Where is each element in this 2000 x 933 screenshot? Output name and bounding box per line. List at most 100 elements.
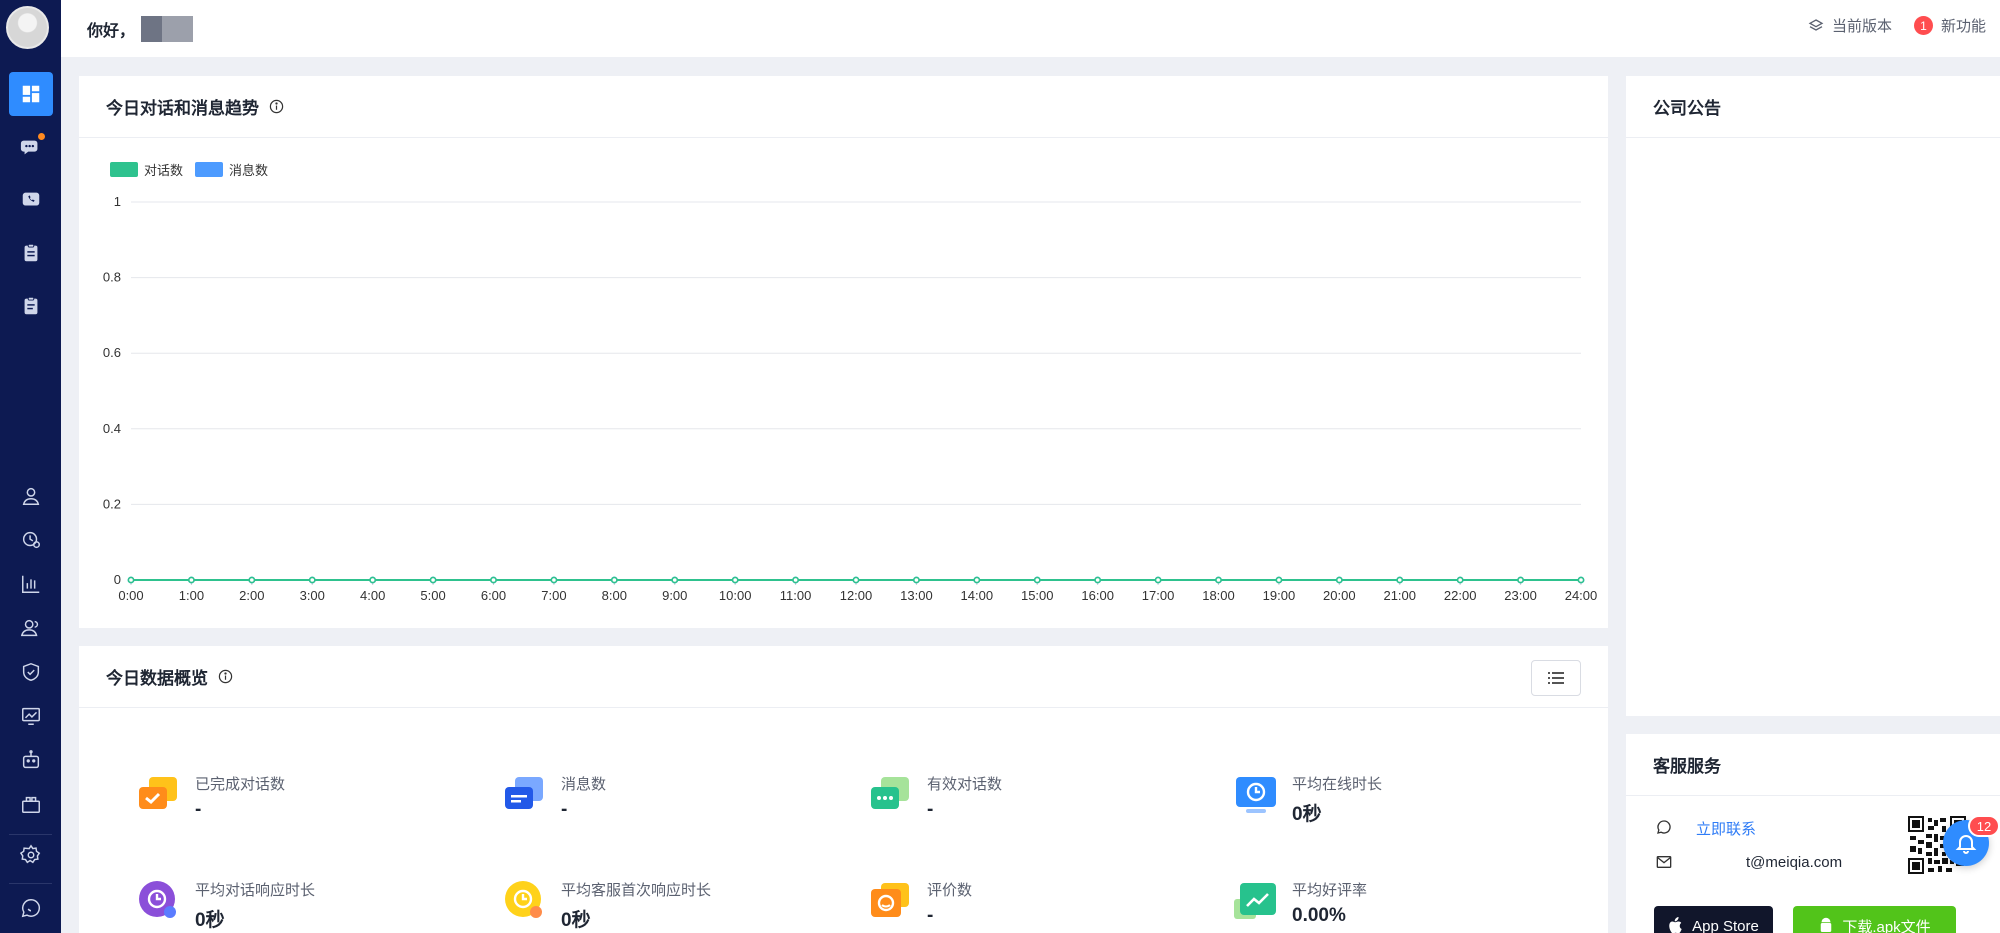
sidebar-item-phone[interactable] xyxy=(0,178,61,222)
x-tick-label: 9:00 xyxy=(662,588,687,603)
download-apk-label: 下载.apk文件 xyxy=(1842,918,1931,933)
sidebar-item-agents[interactable] xyxy=(0,606,61,650)
data-point xyxy=(1033,576,1041,584)
x-tick-label: 6:00 xyxy=(481,588,506,603)
list-view-button[interactable] xyxy=(1531,660,1581,696)
sidebar-divider xyxy=(9,883,52,884)
data-point xyxy=(1456,576,1464,584)
data-point xyxy=(308,576,316,584)
chat-circle-icon xyxy=(21,899,40,918)
stat-label: 消息数 xyxy=(561,776,607,793)
x-tick-label: 21:00 xyxy=(1383,588,1416,603)
x-tick-label: 20:00 xyxy=(1323,588,1356,603)
x-tick-label: 4:00 xyxy=(360,588,385,603)
shield-icon xyxy=(22,662,39,682)
y-tick-label: 0.4 xyxy=(103,421,121,436)
completed-chat-icon xyxy=(139,777,177,809)
stat-label: 已完成对话数 xyxy=(195,776,286,793)
y-tick-label: 0 xyxy=(114,572,121,587)
x-tick-label: 17:00 xyxy=(1142,588,1175,603)
chart-legend: 对话数 消息数 xyxy=(110,160,268,179)
dashboard-icon xyxy=(22,85,39,103)
sidebar-item-settings[interactable] xyxy=(0,833,61,877)
android-icon xyxy=(1821,917,1832,932)
top-bar: 你好， 当前版本 1 新功能 xyxy=(61,0,2000,57)
sidebar-item-tickets[interactable] xyxy=(0,231,61,275)
stat-value: 0秒 xyxy=(195,910,225,931)
sidebar-item-monitor[interactable] xyxy=(0,694,61,738)
mail-icon xyxy=(1656,856,1672,868)
new-feature-link[interactable]: 1 新功能 xyxy=(1913,15,1986,36)
x-tick-label: 16:00 xyxy=(1081,588,1114,603)
x-tick-label: 2:00 xyxy=(239,588,264,603)
app-store-button[interactable]: App Store xyxy=(1654,906,1773,933)
data-point xyxy=(1577,576,1585,584)
info-icon[interactable] xyxy=(269,99,284,114)
x-tick-label: 0:00 xyxy=(118,588,143,603)
data-point xyxy=(1275,576,1283,584)
legend-item-messages[interactable]: 消息数 xyxy=(195,160,268,179)
x-tick-label: 3:00 xyxy=(300,588,325,603)
data-point xyxy=(852,576,860,584)
stat-average-response-duration: 平均对话响应时长 0秒 xyxy=(137,879,315,932)
contact-now-link[interactable]: 立即联系 xyxy=(1696,818,1756,839)
stat-value: - xyxy=(927,799,934,820)
trend-card-title: 今日对话和消息趋势 xyxy=(106,99,259,118)
download-apk-button[interactable]: 下载.apk文件 xyxy=(1793,906,1956,933)
data-point xyxy=(731,576,739,584)
data-point xyxy=(127,576,135,584)
sidebar-item-feedback[interactable] xyxy=(0,886,61,930)
sidebar-item-security[interactable] xyxy=(0,650,61,694)
sidebar-item-robot[interactable] xyxy=(0,738,61,782)
y-tick-label: 1 xyxy=(114,194,121,209)
y-tick-label: 0.6 xyxy=(103,345,121,360)
current-version-label: 当前版本 xyxy=(1831,18,1892,35)
data-point xyxy=(1396,576,1404,584)
response-clock-icon xyxy=(139,881,176,918)
rating-chart-icon xyxy=(1234,883,1276,919)
stat-evaluation-count: 评价数 - xyxy=(869,879,972,927)
data-point xyxy=(1517,576,1524,584)
x-tick-label: 12:00 xyxy=(840,588,873,603)
legend-swatch xyxy=(110,162,138,177)
user-name-masked xyxy=(141,16,193,42)
monitor-chart-icon xyxy=(21,707,40,725)
sidebar-item-plugins[interactable] xyxy=(0,782,61,826)
avatar[interactable] xyxy=(6,6,49,49)
data-point xyxy=(490,576,497,584)
x-tick-label: 1:00 xyxy=(179,588,204,603)
sidebar-item-records[interactable] xyxy=(0,284,61,328)
x-tick-label: 10:00 xyxy=(719,588,752,603)
robot-icon xyxy=(22,750,39,769)
legend-label: 对话数 xyxy=(144,163,184,178)
stat-completed-conversations: 已完成对话数 - xyxy=(137,773,285,821)
sidebar-item-chat[interactable] xyxy=(0,125,61,169)
sidebar-item-dashboard[interactable] xyxy=(0,72,61,116)
stat-value: - xyxy=(927,905,934,926)
info-icon[interactable] xyxy=(218,669,233,684)
sidebar-item-history[interactable] xyxy=(0,518,61,562)
sidebar xyxy=(0,0,61,933)
data-point xyxy=(1094,576,1102,584)
clipboard-icon xyxy=(24,243,37,262)
data-point xyxy=(248,576,256,584)
apple-icon xyxy=(1669,917,1682,933)
valid-chat-icon xyxy=(871,777,909,809)
sidebar-item-statistics[interactable] xyxy=(0,562,61,606)
layers-icon xyxy=(1808,18,1824,31)
data-point xyxy=(973,576,981,584)
stat-label: 平均客服首次响应时长 xyxy=(561,882,712,899)
data-point xyxy=(671,576,679,584)
x-tick-label: 23:00 xyxy=(1504,588,1537,603)
current-version-link[interactable]: 当前版本 xyxy=(1808,15,1892,36)
legend-item-conversations[interactable]: 对话数 xyxy=(110,160,183,179)
stat-value: 0秒 xyxy=(1292,804,1322,825)
overview-card-title: 今日数据概览 xyxy=(106,669,208,688)
x-tick-label: 13:00 xyxy=(900,588,933,603)
greeting-text: 你好， xyxy=(87,23,136,40)
stat-average-satisfaction-rate: 平均好评率 0.00% xyxy=(1234,879,1367,927)
list-icon xyxy=(1548,672,1564,684)
data-point xyxy=(1335,576,1343,584)
legend-label: 消息数 xyxy=(229,163,269,178)
sidebar-item-user[interactable] xyxy=(0,474,61,518)
